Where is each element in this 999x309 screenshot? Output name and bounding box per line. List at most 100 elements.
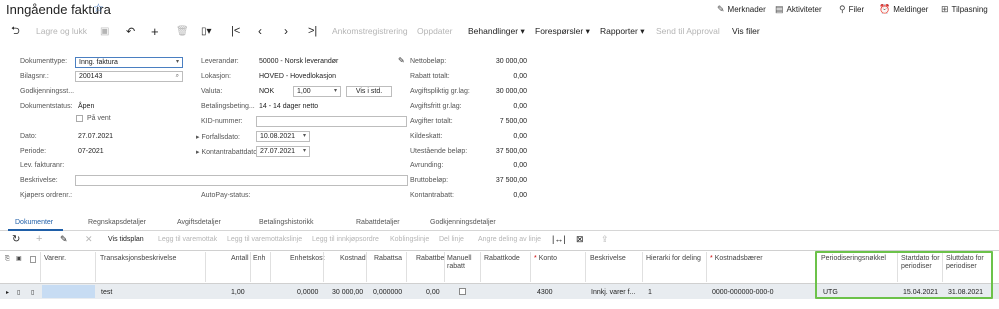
save-icon[interactable]: ▣ [100,20,109,42]
row-expand-icon[interactable]: ▸ [6,289,9,296]
vis-tidsplan-button[interactable]: Vis tidsplan [108,236,144,243]
angre-deling-button[interactable]: Angre deling av linje [478,236,541,243]
lokasjon-value[interactable]: HOVED - Hovedlokasjon [259,73,336,80]
upload-icon[interactable]: ⇪ [601,234,609,245]
export-excel-icon[interactable]: ⊠ [576,234,584,245]
fit-columns-icon[interactable]: |↔| [552,234,566,244]
col-antall[interactable]: Antall [231,255,249,263]
col-transbeskr[interactable]: Transaksjonsbeskrivelse [100,255,176,263]
col-rabattsats[interactable]: Rabattsa [374,255,402,263]
cell-enhetskost[interactable]: 0,0000 [297,289,318,296]
col-enh[interactable]: Enh [253,255,265,263]
total-label: Avgiftsfritt gr.lag: [410,103,462,110]
del-linje-button[interactable]: Del linje [439,236,464,243]
vis-i-std-button[interactable]: Vis i std. [346,86,392,97]
dokumenttype-select[interactable]: Inng. faktura ▾ [75,57,183,68]
col-rabattkode[interactable]: Rabattkode [484,255,520,263]
add-row-icon[interactable]: + [36,233,42,245]
paa-vent-checkbox[interactable] [76,115,83,122]
vis-filer-button[interactable]: Vis filer [732,20,760,42]
cell-rabattbelop[interactable]: 0,00 [426,289,440,296]
foresporsler-menu[interactable]: Forespørsler ▾ [535,20,590,42]
tab-bar: Dokumenter Regnskapsdetaljer Avgiftsdeta… [0,216,999,231]
col-kostnadsbaerer[interactable]: * Kostnadsbærer [710,255,763,263]
kontantrabattdato-field[interactable]: 27.07.2021 ▾ [256,146,310,157]
cell-rabattsats[interactable]: 0,000000 [373,289,402,296]
tab-regnskapsdetaljer[interactable]: Regnskapsdetaljer [88,219,146,226]
col-beskrivelse[interactable]: Beskrivelse [590,255,626,263]
chevron-down-icon: ▾ [520,25,525,36]
edit-pencil-icon[interactable]: ✎ [60,234,68,245]
tab-avgiftsdetaljer[interactable]: Avgiftsdetaljer [177,219,221,226]
next-record-icon[interactable]: › [284,20,288,42]
kid-field[interactable] [256,116,407,127]
back-arrow-icon[interactable]: ⮌ [11,20,20,42]
cell-antall[interactable]: 1,00 [231,289,245,296]
valuta-rate-field[interactable]: 1,00 ▾ [293,86,341,97]
col-manuell-rabatt[interactable]: Manuell rabatt [447,255,477,271]
main-toolbar: ⮌ Lagre og lukk ▣ ↶ + 🗑 ▯▾ |< ‹ › >| Ank… [0,20,999,42]
bilagsnr-field[interactable]: 200143 ⌕ [75,71,183,82]
last-record-icon[interactable]: >| [308,20,317,42]
forfall-date-field[interactable]: 10.08.2021 ▾ [256,131,310,142]
col-kostnad[interactable]: Kostnad [340,255,366,263]
dokumentstatus-label: Dokumentstatus: [20,103,73,110]
previous-record-icon[interactable]: ‹ [258,20,262,42]
cell-transbeskr[interactable]: test [101,289,112,296]
oppdater-button[interactable]: Oppdater [417,20,452,42]
beskrivelse-field[interactable] [75,175,408,186]
rapporter-menu[interactable]: Rapporter ▾ [600,20,644,42]
refresh-icon[interactable]: ↻ [12,234,20,245]
delete-row-icon[interactable]: ✕ [85,234,93,245]
total-value: 37 500,00 [495,148,527,155]
betalingsbet-value[interactable]: 14 - 14 dager netto [259,103,318,110]
cell-konto[interactable]: 4300 [537,289,553,296]
cell-kostnadsbaerer[interactable]: 0000-000000-000-0 [712,289,774,296]
activities-button[interactable]: ▤ Aktiviteter [775,4,822,15]
dato-value[interactable]: 27.07.2021 [78,133,113,140]
behandlinger-menu[interactable]: Behandlinger ▾ [468,20,525,42]
cell-beskrivelse[interactable]: Innkj. varer f... [591,289,635,296]
undo-icon[interactable]: ↶ [126,20,135,42]
col-rabattbelop[interactable]: Rabattbe [416,255,444,263]
delete-icon[interactable]: 🗑 [176,20,189,42]
select-all-checkbox[interactable] [30,256,36,263]
search-icon[interactable]: ⌕ [176,72,179,81]
leverandor-value[interactable]: 50000 - Norsk leverandør [259,58,338,65]
koblingslinje-button[interactable]: Koblingslinje [390,236,429,243]
col-hierarki[interactable]: Hierarki for deling [646,255,706,263]
copy-paste-icon[interactable]: ▯▾ [201,20,212,42]
col-enhetskost[interactable]: Enhetskost [290,255,325,263]
periode-value[interactable]: 07-2021 [78,148,104,155]
edit-pencil-icon[interactable]: ✎ [398,56,405,65]
cell-hierarki[interactable]: 1 [648,289,652,296]
save-close-button[interactable]: Lagre og lukk [36,20,87,42]
valuta-value[interactable]: NOK [259,88,274,95]
notes-icon: ✎ [717,4,725,14]
tab-betalingshistorikk[interactable]: Betalingshistorikk [259,219,313,226]
legg-til-innkjopsordre-button[interactable]: Legg til innkjøpsordre [312,236,379,243]
varenr-cell-selected[interactable] [42,285,95,298]
first-record-icon[interactable]: |< [231,20,240,42]
legg-til-varemottak-button[interactable]: Legg til varemottak [158,236,217,243]
favorite-star-icon[interactable]: ☆ [93,1,104,15]
notes-button[interactable]: ✎ Merknader [717,4,766,15]
tab-godkjenningsdetaljer[interactable]: Godkjenningsdetaljer [430,219,496,226]
periode-label: Periode: [20,148,47,155]
tab-rabattdetaljer[interactable]: Rabattdetaljer [356,219,400,226]
col-varenr[interactable]: Varenr. [44,255,66,263]
customize-button[interactable]: ⊞ Tilpasning [941,4,988,15]
add-icon[interactable]: + [151,20,159,42]
total-value: 30 000,00 [495,58,527,65]
row-note-icon: ▯ [17,290,21,296]
legg-til-varemottakslinje-button[interactable]: Legg til varemottakslinje [227,236,302,243]
files-button[interactable]: ⚲ Filer [839,4,864,15]
manuell-rabatt-checkbox[interactable] [459,288,466,295]
tab-dokumenter[interactable]: Dokumenter [15,219,53,226]
notifications-button[interactable]: ⏰ Meldinger [879,4,928,15]
total-label: Bruttobeløp: [410,177,449,184]
send-approval-button[interactable]: Send til Approval [656,20,720,42]
col-konto[interactable]: * Konto [534,255,557,263]
cell-kostnad[interactable]: 30 000,00 [332,289,363,296]
ankomstregistrering-button[interactable]: Ankomstregistrering [332,20,408,42]
